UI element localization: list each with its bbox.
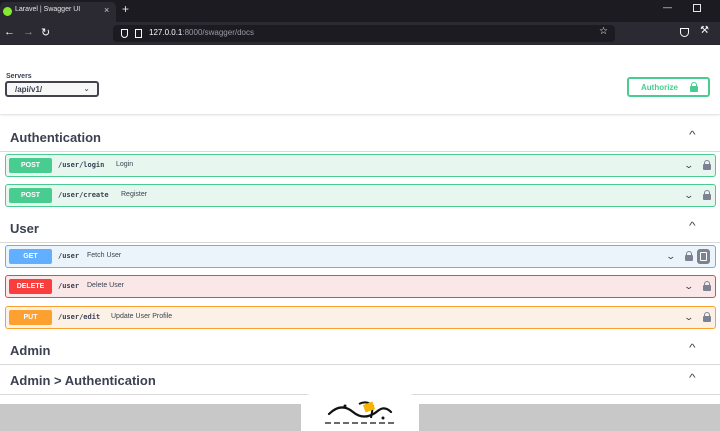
url-bar[interactable]: 127.0.0.1:8000/swagger/docs ☆ bbox=[113, 25, 615, 42]
operation-summary: Register bbox=[121, 191, 148, 198]
chevron-down-icon[interactable]: ⌄ bbox=[683, 160, 694, 171]
operation-path: /user/create bbox=[58, 191, 109, 199]
new-tab-button[interactable]: + bbox=[122, 3, 129, 15]
scheme-container bbox=[0, 45, 720, 114]
tag-admin[interactable]: Admin ^ bbox=[0, 335, 720, 365]
page-icon[interactable] bbox=[135, 29, 142, 38]
chevron-down-icon: ⌄ bbox=[83, 84, 90, 93]
lock-icon bbox=[690, 82, 698, 92]
method-badge: PUT bbox=[9, 310, 52, 325]
operation-summary: Fetch User bbox=[87, 252, 122, 259]
method-badge: POST bbox=[9, 188, 52, 203]
back-arrow-icon[interactable]: ← bbox=[4, 26, 15, 38]
operation-get-user[interactable]: GET /user Fetch User ⌄ bbox=[5, 245, 716, 268]
chevron-up-icon[interactable]: ^ bbox=[689, 221, 696, 232]
authorize-button[interactable]: Authorize bbox=[627, 77, 710, 97]
watermark-logo-icon bbox=[325, 401, 395, 424]
chevron-down-icon[interactable]: ⌄ bbox=[683, 312, 694, 323]
tag-title: Admin > Authentication bbox=[10, 373, 156, 388]
lock-icon[interactable] bbox=[703, 160, 711, 170]
url-text[interactable]: 127.0.0.1:8000/swagger/docs bbox=[149, 28, 254, 37]
forward-arrow-icon[interactable]: → bbox=[23, 26, 34, 38]
method-badge: GET bbox=[9, 249, 52, 264]
tab-title: Laravel | Swagger UI bbox=[15, 6, 81, 13]
minimize-icon[interactable]: — bbox=[663, 2, 672, 12]
tag-user[interactable]: User ^ bbox=[0, 213, 720, 243]
lock-icon[interactable] bbox=[685, 251, 693, 261]
lock-icon[interactable] bbox=[703, 281, 711, 291]
operation-summary: Update User Profile bbox=[111, 313, 173, 320]
url-host: 127.0.0.1 bbox=[149, 28, 183, 37]
servers-selected-value: /api/v1/ bbox=[15, 85, 43, 94]
operation-path: /user/edit bbox=[58, 313, 101, 321]
chevron-up-icon[interactable]: ^ bbox=[689, 373, 696, 384]
tag-admin-authentication[interactable]: Admin > Authentication ^ bbox=[0, 365, 720, 395]
servers-label: Servers bbox=[6, 73, 32, 80]
chevron-up-icon[interactable]: ^ bbox=[689, 343, 696, 354]
tag-title: User bbox=[10, 221, 39, 236]
watermark-logo bbox=[301, 394, 419, 431]
lock-icon[interactable] bbox=[703, 312, 711, 322]
browser-nav-bar: ← → ↻ 127.0.0.1:8000/swagger/docs ☆ ⚒ bbox=[0, 22, 720, 45]
lock-icon[interactable] bbox=[703, 190, 711, 200]
tag-title: Authentication bbox=[10, 130, 101, 145]
tools-icon[interactable]: ⚒ bbox=[700, 25, 709, 36]
operation-path: /user bbox=[58, 252, 80, 260]
pocket-icon[interactable] bbox=[680, 28, 689, 37]
shield-icon[interactable] bbox=[121, 29, 128, 38]
reload-icon[interactable]: ↻ bbox=[41, 26, 50, 39]
chevron-down-icon[interactable]: ⌄ bbox=[683, 190, 694, 201]
operation-post-user-login[interactable]: POST /user/login Login ⌄ bbox=[5, 154, 716, 177]
operation-put-user-edit[interactable]: PUT /user/edit Update User Profile ⌄ bbox=[5, 306, 716, 329]
tag-title: Admin bbox=[10, 343, 51, 358]
swagger-favicon-icon bbox=[3, 7, 12, 16]
tab-close-icon[interactable]: × bbox=[104, 5, 109, 15]
servers-select[interactable]: /api/v1/ ⌄ bbox=[5, 81, 99, 97]
chevron-down-icon[interactable]: ⌄ bbox=[683, 281, 694, 292]
chevron-down-icon[interactable]: ⌄ bbox=[665, 251, 676, 262]
operation-summary: Delete User bbox=[87, 282, 124, 289]
copy-icon[interactable] bbox=[697, 249, 710, 264]
tag-authentication[interactable]: Authentication ^ bbox=[0, 122, 720, 152]
operation-path: /user bbox=[58, 282, 80, 290]
method-badge: POST bbox=[9, 158, 52, 173]
operation-post-user-create[interactable]: POST /user/create Register ⌄ bbox=[5, 184, 716, 207]
chevron-up-icon[interactable]: ^ bbox=[689, 130, 696, 141]
maximize-icon[interactable] bbox=[693, 4, 701, 12]
authorize-label: Authorize bbox=[641, 83, 678, 92]
operation-summary: Login bbox=[116, 161, 134, 168]
method-badge: DELETE bbox=[9, 279, 52, 294]
star-icon[interactable]: ☆ bbox=[599, 26, 608, 37]
operation-delete-user[interactable]: DELETE /user Delete User ⌄ bbox=[5, 275, 716, 298]
browser-tab-bar: Laravel | Swagger UI × + — bbox=[0, 0, 720, 22]
url-path: :8000/swagger/docs bbox=[182, 28, 254, 37]
browser-tab[interactable]: Laravel | Swagger UI × bbox=[0, 2, 116, 22]
operation-path: /user/login bbox=[58, 161, 105, 169]
